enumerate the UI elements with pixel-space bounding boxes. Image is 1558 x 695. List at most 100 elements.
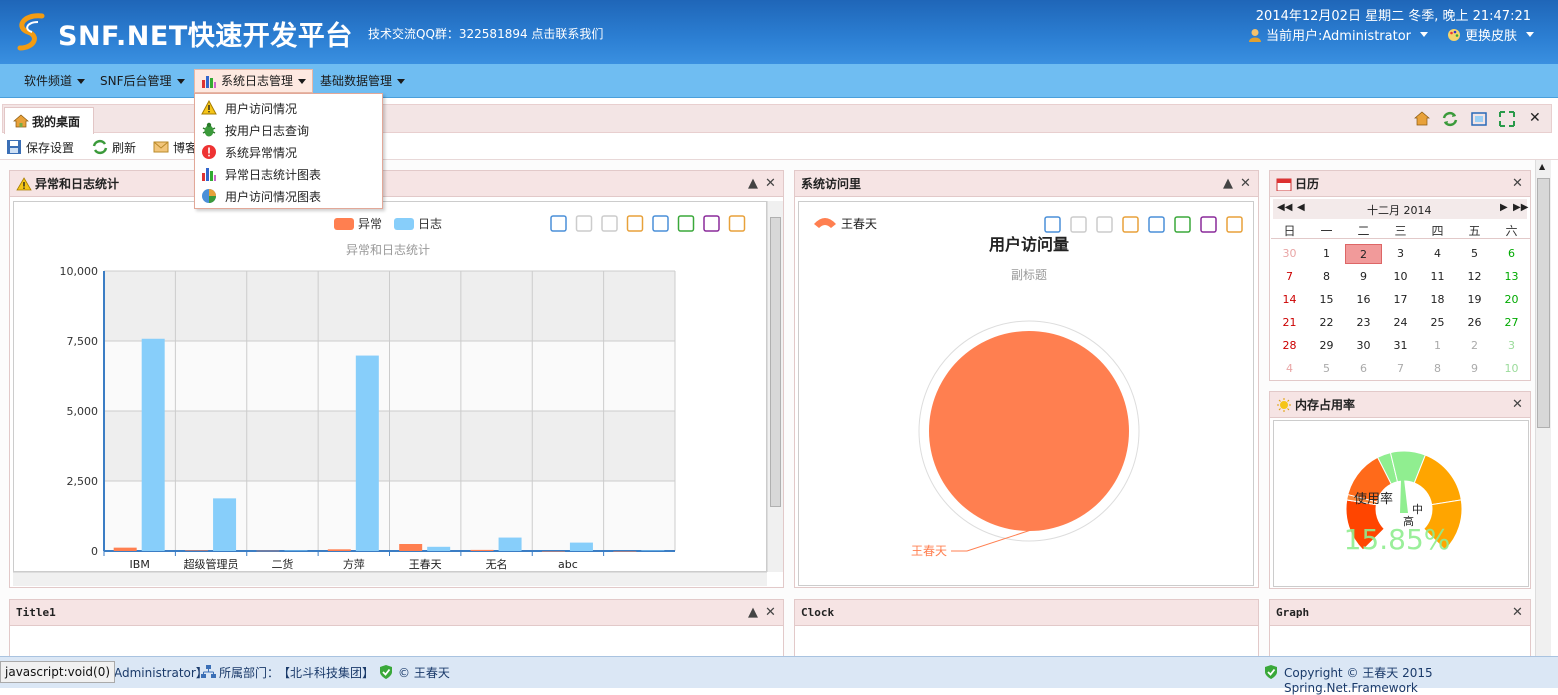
calendar-day[interactable]: 6 <box>1345 359 1382 379</box>
close-icon[interactable]: ✕ <box>1512 397 1523 412</box>
save-image-icon[interactable] <box>728 215 746 232</box>
calendar-day[interactable]: 10 <box>1382 267 1419 287</box>
calendar-day-today[interactable]: 2 <box>1345 244 1382 264</box>
maximize-icon[interactable] <box>1470 110 1488 128</box>
collapse-icon[interactable]: ▲ <box>748 176 758 191</box>
calendar-day[interactable]: 13 <box>1493 267 1530 287</box>
close-icon[interactable]: ✕ <box>1512 176 1523 191</box>
bar-chart-icon[interactable] <box>677 215 695 232</box>
current-user-menu[interactable]: 当前用户:Administrator <box>1248 25 1428 44</box>
dropdown-item-visits-chart[interactable]: 用户访问情况图表 <box>195 185 382 207</box>
fullscreen-icon[interactable] <box>1498 110 1516 128</box>
collapse-icon[interactable]: ▲ <box>748 605 758 620</box>
refresh-button[interactable]: 刷新 <box>92 138 136 156</box>
close-icon[interactable]: ✕ <box>765 176 776 191</box>
calendar-day[interactable]: 28 <box>1271 336 1308 356</box>
calendar-day[interactable]: 21 <box>1271 313 1308 333</box>
close-icon[interactable]: ✕ <box>1240 176 1251 191</box>
menu-system-log[interactable]: 系统日志管理 <box>194 69 314 93</box>
change-skin-menu[interactable]: 更换皮肤 <box>1447 25 1534 44</box>
calendar-day[interactable]: 7 <box>1271 267 1308 287</box>
chart-scrollbar-horizontal[interactable] <box>13 572 767 586</box>
toolbox-icon[interactable] <box>1122 216 1139 233</box>
calendar-day[interactable]: 8 <box>1308 267 1345 287</box>
calendar-day[interactable]: 27 <box>1493 313 1530 333</box>
calendar-day[interactable]: 2 <box>1456 336 1493 356</box>
calendar-day[interactable]: 25 <box>1419 313 1456 333</box>
calendar-day[interactable]: 17 <box>1382 290 1419 310</box>
prev-year-icon[interactable]: ◀◀ <box>1277 202 1292 213</box>
calendar-day[interactable]: 20 <box>1493 290 1530 310</box>
clear-mark-icon[interactable] <box>601 215 618 232</box>
calendar-day[interactable]: 4 <box>1419 244 1456 264</box>
restore-icon[interactable] <box>703 215 720 232</box>
toolbox-icon[interactable] <box>1044 216 1061 233</box>
collapse-icon[interactable]: ▲ <box>1223 176 1233 191</box>
dropdown-item-user-log-query[interactable]: 按用户日志查询 <box>195 119 382 141</box>
calendar-day[interactable]: 9 <box>1345 267 1382 287</box>
close-icon[interactable]: ✕ <box>1512 605 1523 620</box>
dropdown-item-system-exceptions[interactable]: 系统异常情况 <box>195 141 382 163</box>
qq-group-link[interactable]: 技术交流QQ群：322581894 点击联系我们 <box>368 25 603 42</box>
close-icon[interactable]: ✕ <box>765 605 776 620</box>
scroll-thumb[interactable] <box>770 217 781 507</box>
calendar-day[interactable]: 22 <box>1308 313 1345 333</box>
calendar-day[interactable]: 9 <box>1456 359 1493 379</box>
calendar-day[interactable]: 18 <box>1419 290 1456 310</box>
toolbox-icon[interactable] <box>1148 216 1165 233</box>
calendar-day[interactable]: 12 <box>1456 267 1493 287</box>
calendar-day[interactable]: 10 <box>1493 359 1530 379</box>
blog-button[interactable]: 博客 <box>153 138 197 156</box>
calendar-day[interactable]: 14 <box>1271 290 1308 310</box>
line-chart-icon[interactable] <box>652 215 669 232</box>
calendar-day[interactable]: 24 <box>1382 313 1419 333</box>
chart-scrollbar-vertical[interactable] <box>767 201 783 572</box>
home-icon[interactable] <box>1413 110 1431 128</box>
refresh-icon[interactable] <box>1441 110 1459 128</box>
mark-icon[interactable] <box>550 215 567 232</box>
calendar-day[interactable]: 31 <box>1382 336 1419 356</box>
toolbox-icon[interactable] <box>1096 216 1113 233</box>
calendar-day[interactable]: 8 <box>1419 359 1456 379</box>
calendar-day[interactable]: 15 <box>1308 290 1345 310</box>
calendar-day[interactable]: 30 <box>1271 244 1308 264</box>
calendar-day[interactable]: 1 <box>1308 244 1345 264</box>
calendar-day[interactable]: 29 <box>1308 336 1345 356</box>
calendar-day[interactable]: 19 <box>1456 290 1493 310</box>
calendar-day[interactable]: 4 <box>1271 359 1308 379</box>
unmark-icon[interactable] <box>575 215 593 232</box>
save-settings-button[interactable]: 保存设置 <box>6 138 74 156</box>
toolbox-icon[interactable] <box>1226 216 1243 233</box>
calendar-day[interactable]: 30 <box>1345 336 1382 356</box>
menu-basic-data[interactable]: 基础数据管理 <box>314 69 411 93</box>
calendar-day[interactable]: 3 <box>1382 244 1419 264</box>
dropdown-item-exception-chart[interactable]: 异常日志统计图表 <box>195 163 382 185</box>
menu-snf-admin[interactable]: SNF后台管理 <box>94 69 191 93</box>
tab-my-desktop[interactable]: 我的桌面 <box>4 107 94 134</box>
calendar-day[interactable]: 23 <box>1345 313 1382 333</box>
calendar-day[interactable]: 3 <box>1493 336 1530 356</box>
bar-日志 <box>141 338 165 551</box>
calendar-day[interactable]: 16 <box>1345 290 1382 310</box>
data-view-icon[interactable] <box>626 215 644 232</box>
toolbox-icon[interactable] <box>1200 216 1217 233</box>
dropdown-item-user-visits[interactable]: 用户访问情况 <box>195 97 382 119</box>
page-scrollbar[interactable]: ▲ <box>1535 160 1551 656</box>
toolbox-icon[interactable] <box>1174 216 1191 233</box>
next-year-icon[interactable]: ▶▶ <box>1513 202 1528 213</box>
calendar-day[interactable]: 11 <box>1419 267 1456 287</box>
scroll-up-icon[interactable]: ▲ <box>1539 162 1545 171</box>
menu-software-channel[interactable]: 软件频道 <box>18 69 91 93</box>
calendar-day[interactable]: 5 <box>1308 359 1345 379</box>
calendar-day[interactable]: 6 <box>1493 244 1530 264</box>
next-month-icon[interactable]: ▶ <box>1500 202 1508 213</box>
calendar-day[interactable]: 7 <box>1382 359 1419 379</box>
calendar-month-label[interactable]: 十二月 2014 <box>1367 202 1432 218</box>
calendar-day[interactable]: 5 <box>1456 244 1493 264</box>
calendar-day[interactable]: 1 <box>1419 336 1456 356</box>
toolbox-icon[interactable] <box>1070 216 1087 233</box>
prev-month-icon[interactable]: ◀ <box>1297 202 1305 213</box>
close-tab-icon[interactable]: ✕ <box>1529 110 1541 126</box>
scroll-thumb[interactable] <box>1537 178 1550 428</box>
calendar-day[interactable]: 26 <box>1456 313 1493 333</box>
